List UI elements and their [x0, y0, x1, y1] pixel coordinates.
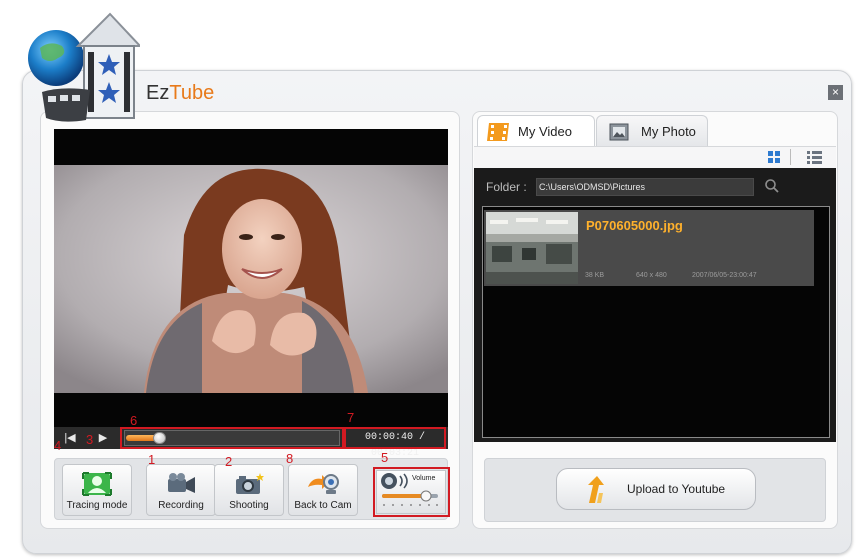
video-frame — [54, 165, 448, 393]
view-divider — [790, 149, 791, 165]
back-to-cam-button[interactable]: Back to Cam — [288, 464, 358, 516]
volume-label: Volume — [412, 475, 436, 482]
video-camera-icon — [168, 473, 195, 493]
app-title-part1: Ez — [146, 82, 170, 104]
file-thumbnail — [486, 212, 578, 284]
webcam-return-icon — [308, 474, 339, 494]
recording-label: Recording — [158, 500, 204, 511]
photo-camera-icon — [236, 473, 264, 494]
tab-my-video-label: My Video — [518, 124, 572, 139]
tracing-mode-button[interactable]: Tracing mode — [62, 464, 132, 516]
list-view-icon[interactable] — [804, 149, 824, 165]
person-tracking-icon — [82, 472, 112, 496]
tracing-mode-label: Tracing mode — [66, 500, 128, 511]
shooting-button[interactable]: Shooting — [214, 464, 284, 516]
volume-fill — [382, 494, 426, 498]
volume-handle[interactable] — [420, 490, 432, 502]
tab-my-video[interactable]: My Video — [477, 115, 595, 147]
folder-label: Folder : — [486, 180, 527, 194]
grid-view-icon[interactable] — [764, 149, 784, 165]
file-date: 2007/06/05-23:00:47 — [692, 272, 757, 279]
file-resolution: 640 x 480 — [636, 272, 667, 279]
tab-my-photo[interactable]: My Photo — [596, 115, 708, 147]
folder-path-input[interactable] — [536, 178, 754, 196]
eztube-logo — [28, 12, 140, 122]
upload-to-youtube-button[interactable]: Upload to Youtube — [556, 468, 756, 510]
seek-handle[interactable] — [153, 432, 166, 444]
search-icon[interactable] — [764, 178, 780, 194]
upload-label: Upload to Youtube — [627, 482, 726, 496]
upload-arrow-icon — [588, 476, 604, 503]
photo-icon — [609, 123, 629, 141]
file-name: P070605000.jpg — [586, 218, 683, 233]
speaker-icon — [381, 473, 408, 489]
tab-my-photo-label: My Photo — [641, 124, 696, 139]
volume-slider[interactable] — [380, 490, 442, 508]
previous-button[interactable]: |◀ — [62, 430, 78, 446]
file-size: 38 KB — [585, 272, 605, 279]
back-to-cam-label: Back to Cam — [294, 500, 352, 511]
app-title-part2: Tube — [169, 82, 215, 104]
close-button[interactable]: × — [828, 85, 843, 100]
next-button[interactable]: ▶ — [96, 430, 110, 446]
time-display: 00:00:40 / 00:03:21 — [364, 432, 425, 459]
app-title: EzTube — [146, 82, 214, 105]
recording-button[interactable]: Recording — [146, 464, 216, 516]
shooting-label: Shooting — [229, 500, 269, 511]
film-icon — [487, 123, 509, 141]
seek-bar[interactable] — [124, 430, 340, 446]
